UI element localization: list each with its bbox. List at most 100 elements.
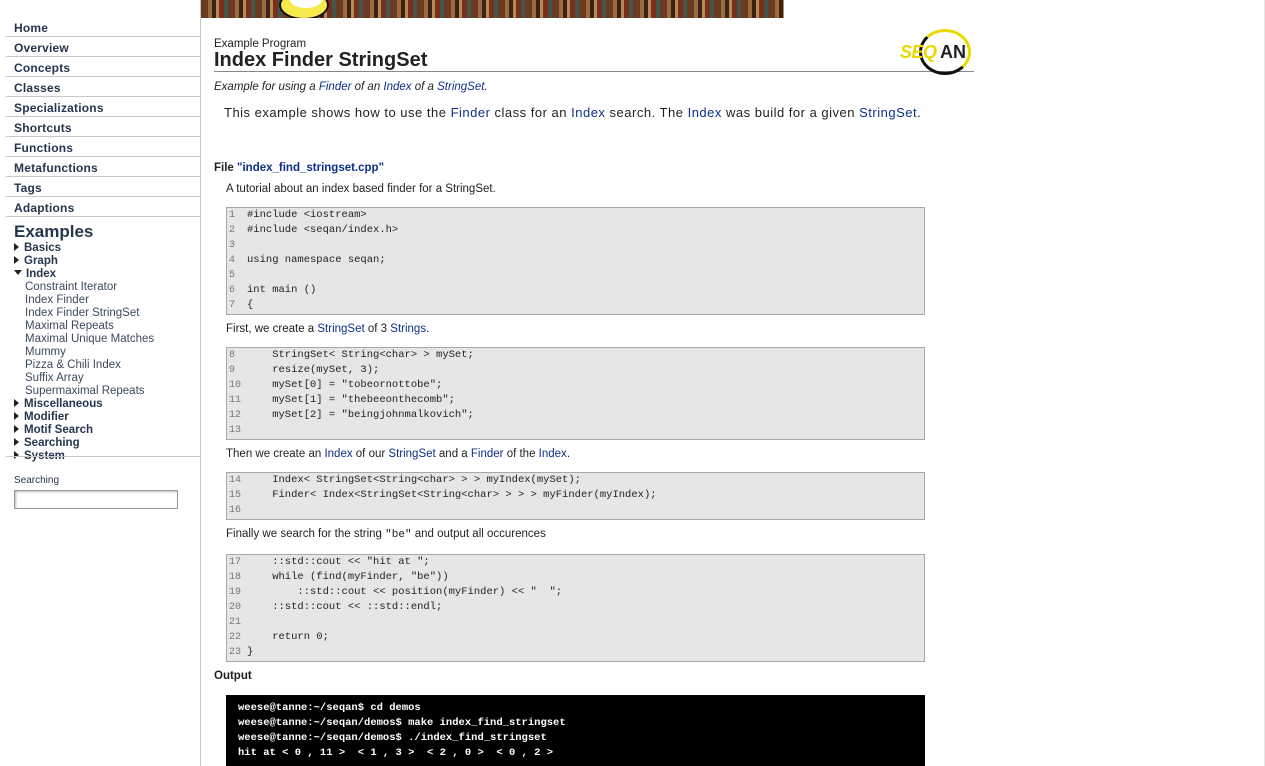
file-prefix: File xyxy=(214,162,238,174)
nav-item-concepts[interactable]: Concepts xyxy=(6,58,200,77)
tree-item-basics[interactable]: Basics xyxy=(14,242,200,255)
code-line: 22 return 0; xyxy=(227,630,924,645)
step-text: First, we create a xyxy=(226,323,318,335)
nav-label[interactable]: Concepts xyxy=(6,58,200,75)
nav-item-metafunctions[interactable]: Metafunctions xyxy=(6,158,200,177)
tree-subitem[interactable]: Supermaximal Repeats xyxy=(25,385,200,398)
link-index[interactable]: Index xyxy=(324,448,352,460)
tree-label[interactable]: Motif Search xyxy=(24,424,93,436)
tree-label[interactable]: Miscellaneous xyxy=(24,398,103,410)
nav-label[interactable]: Home xyxy=(6,18,200,35)
line-number: 19 xyxy=(229,587,242,598)
line-number: 22 xyxy=(229,632,242,643)
nav-label[interactable]: Overview xyxy=(6,38,200,55)
tree-label[interactable]: Index xyxy=(26,268,56,280)
step-text: and a xyxy=(435,448,471,460)
link-stringset[interactable]: StringSet xyxy=(388,448,435,460)
title-divider xyxy=(214,71,974,72)
subtitle-text: of an xyxy=(351,81,384,93)
expand-arrow-icon[interactable] xyxy=(14,412,19,420)
subtitle-text: Example for using a xyxy=(214,81,319,93)
code-line: 18 while (find(myFinder, "be")) xyxy=(227,570,924,585)
nav-label[interactable]: Shortcuts xyxy=(6,118,200,135)
line-number: 16 xyxy=(229,505,242,516)
tree-subitem[interactable]: Suffix Array xyxy=(25,372,200,385)
link-stringset[interactable]: StringSet xyxy=(317,323,364,335)
nav-item-tags[interactable]: Tags xyxy=(6,178,200,197)
nav-label[interactable]: Tags xyxy=(6,178,200,195)
line-number: 2 xyxy=(229,225,236,236)
line-number: 4 xyxy=(229,255,236,266)
line-number: 13 xyxy=(229,425,242,436)
link-index[interactable]: Index xyxy=(688,105,722,120)
link-finder[interactable]: Finder xyxy=(319,81,352,93)
tree-item-searching[interactable]: Searching xyxy=(14,437,200,450)
code-line: 10 mySet[0] = "tobeornottobe"; xyxy=(227,378,924,393)
index-subitems: Constraint Iterator Index Finder Index F… xyxy=(14,281,200,398)
code-text: ::std::cout << "hit at "; xyxy=(247,556,430,568)
nav-item-overview[interactable]: Overview xyxy=(6,38,200,57)
tree-label[interactable]: Basics xyxy=(24,242,61,254)
nav-item-specializations[interactable]: Specializations xyxy=(6,98,200,117)
examples-heading: Examples xyxy=(14,222,94,241)
tree-subitem[interactable]: Maximal Unique Matches xyxy=(25,333,200,346)
subtitle-text: . xyxy=(484,81,488,93)
tree-subitem[interactable]: Maximal Repeats xyxy=(25,320,200,333)
code-line: 15 Finder< Index<StringSet<String<char> … xyxy=(227,488,924,503)
expand-arrow-icon[interactable] xyxy=(14,399,19,407)
nav-label[interactable]: Adaptions xyxy=(6,198,200,215)
tree-item-index[interactable]: Index Constraint Iterator Index Finder I… xyxy=(14,268,200,398)
file-link[interactable]: "index_find_stringset.cpp" xyxy=(237,162,384,174)
nav-item-classes[interactable]: Classes xyxy=(6,78,200,97)
tree-label[interactable]: Searching xyxy=(24,437,80,449)
code-line: 23} xyxy=(227,645,924,660)
nav-item-home[interactable]: Home xyxy=(6,18,200,37)
search-input[interactable] xyxy=(14,490,178,509)
tree-item-miscellaneous[interactable]: Miscellaneous xyxy=(14,398,200,411)
nav-label[interactable]: Classes xyxy=(6,78,200,95)
nav-label[interactable]: Metafunctions xyxy=(6,158,200,175)
tree-label[interactable]: Modifier xyxy=(24,411,69,423)
tree-item-motif-search[interactable]: Motif Search xyxy=(14,424,200,437)
code-line: 2 #include <seqan/index.h> xyxy=(227,223,924,238)
tree-item-modifier[interactable]: Modifier xyxy=(14,411,200,424)
tree-item-graph[interactable]: Graph xyxy=(14,255,200,268)
line-number: 6 xyxy=(229,285,236,296)
code-line: 4 using namespace seqan; xyxy=(227,253,924,268)
code-block-2: 8 StringSet< String<char> > mySet; 9 resi… xyxy=(226,347,925,440)
link-finder[interactable]: Finder xyxy=(451,105,491,120)
tree-subitem[interactable]: Mummy xyxy=(25,346,200,359)
tree-subitem[interactable]: Constraint Iterator xyxy=(25,281,200,294)
nav-label[interactable]: Functions xyxy=(6,138,200,155)
expand-arrow-icon[interactable] xyxy=(14,425,19,433)
examples-tree: Basics Graph Index Constraint Iterator I… xyxy=(0,242,200,463)
link-stringset[interactable]: StringSet xyxy=(859,105,917,120)
code-text: mySet[0] = "tobeornottobe"; xyxy=(247,379,443,391)
nav-item-functions[interactable]: Functions xyxy=(6,138,200,157)
link-index[interactable]: Index xyxy=(539,448,567,460)
code-text: #include <iostream> xyxy=(247,209,367,221)
link-index[interactable]: Index xyxy=(383,81,411,93)
terminal-line: weese@tanne:~/seqan/demos$ ./index_find_… xyxy=(238,732,547,744)
tree-subitem[interactable]: Index Finder StringSet xyxy=(25,307,200,320)
nav-label[interactable]: Specializations xyxy=(6,98,200,115)
code-line: 9 resize(mySet, 3); xyxy=(227,363,924,378)
tree-subitem[interactable]: Index Finder xyxy=(25,294,200,307)
link-finder[interactable]: Finder xyxy=(471,448,504,460)
collapse-arrow-icon[interactable] xyxy=(14,270,22,275)
tree-label[interactable]: Graph xyxy=(24,255,58,267)
code-line: 5 xyxy=(227,268,924,283)
expand-arrow-icon[interactable] xyxy=(14,451,19,459)
output-heading: Output xyxy=(214,670,252,682)
nav-item-adaptions[interactable]: Adaptions xyxy=(6,198,200,217)
link-strings[interactable]: Strings xyxy=(390,323,426,335)
code-line: 12 mySet[2] = "beingjohnmalkovich"; xyxy=(227,408,924,423)
expand-arrow-icon[interactable] xyxy=(14,256,19,264)
line-number: 18 xyxy=(229,572,242,583)
tree-subitem[interactable]: Pizza & Chili Index xyxy=(25,359,200,372)
link-index[interactable]: Index xyxy=(571,105,605,120)
link-stringset[interactable]: StringSet xyxy=(437,81,484,93)
nav-item-shortcuts[interactable]: Shortcuts xyxy=(6,118,200,137)
expand-arrow-icon[interactable] xyxy=(14,438,19,446)
expand-arrow-icon[interactable] xyxy=(14,243,19,251)
